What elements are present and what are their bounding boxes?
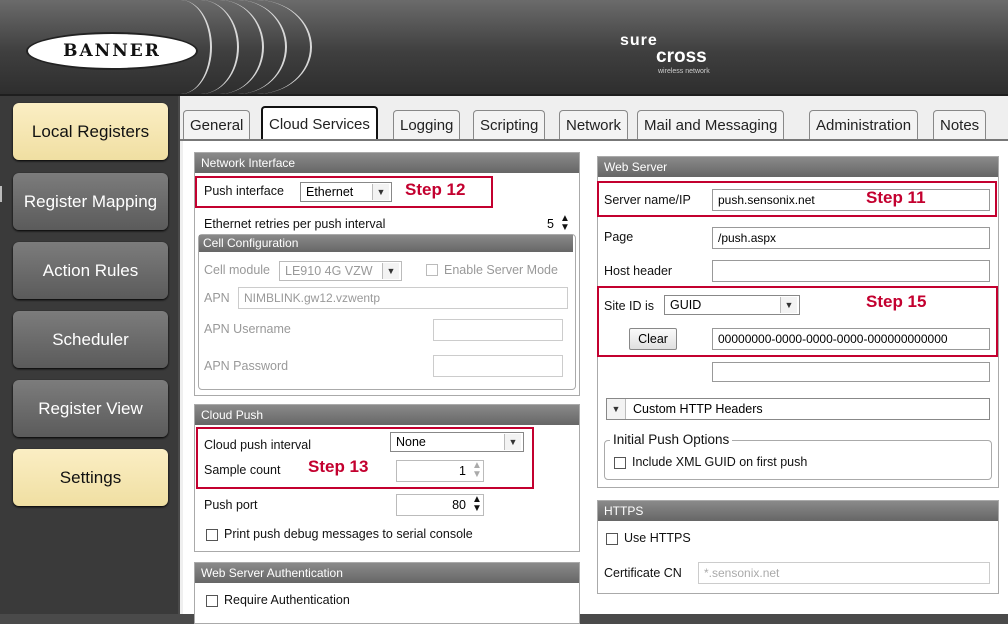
apn-password-input[interactable] (433, 355, 563, 377)
use-https-checkbox[interactable] (606, 533, 618, 545)
cell-module-label: Cell module (204, 263, 271, 277)
custom-http-headers-toggle[interactable]: ▼ Custom HTTP Headers (606, 398, 990, 420)
enable-server-mode-label: Enable Server Mode (444, 263, 558, 277)
print-debug-label: Print push debug messages to serial cons… (224, 527, 473, 541)
tab-notes[interactable]: Notes (933, 110, 987, 140)
initial-push-options-title: Initial Push Options (610, 432, 733, 447)
sidebar-item-register-mapping[interactable]: Register Mapping (13, 173, 168, 230)
panel-title: Network Interface (195, 153, 579, 173)
tab-network[interactable]: Network (559, 110, 629, 140)
panel-title: Cloud Push (195, 405, 579, 425)
page-input[interactable]: /push.aspx (712, 227, 990, 249)
tab-cloud-services[interactable]: Cloud Services (261, 106, 378, 140)
tab-scripting[interactable]: Scripting (473, 110, 546, 140)
tab-administration[interactable]: Administration (809, 110, 919, 140)
host-header-input[interactable] (712, 260, 990, 282)
extra-input[interactable] (712, 362, 990, 382)
include-guid-label: Include XML GUID on first push (632, 455, 808, 469)
require-auth-checkbox[interactable] (206, 595, 218, 607)
enable-server-mode-checkbox[interactable] (426, 264, 438, 276)
cell-module-select[interactable]: LE910 4G VZW ▼ (279, 261, 402, 281)
certificate-cn-label: Certificate CN (604, 566, 682, 580)
tab-bar: General Cloud Services Logging Scripting… (180, 104, 1008, 140)
tab-mail-and-messaging[interactable]: Mail and Messaging (637, 110, 785, 140)
step-12-highlight (195, 176, 493, 208)
panel-title: Web Server (598, 157, 998, 177)
step-11-highlight (597, 181, 997, 217)
apn-input[interactable]: NIMBLINK.gw12.vzwentp (238, 287, 568, 309)
app-header: BANNER sure cross wireless network (0, 0, 1008, 96)
sidebar-item-register-view[interactable]: Register View (13, 380, 168, 437)
sidebar-item-settings[interactable]: Settings (13, 449, 168, 506)
chevron-down-icon: ▼ (607, 399, 626, 419)
require-auth-label: Require Authentication (224, 593, 350, 607)
sidebar-item-action-rules[interactable]: Action Rules (13, 242, 168, 299)
push-port-label: Push port (204, 498, 258, 512)
spinner-arrows-icon[interactable]: ▲ ▼ (472, 495, 482, 514)
include-guid-checkbox[interactable] (614, 457, 626, 469)
surecross-logo: sure cross wireless network (620, 32, 710, 75)
apn-password-label: APN Password (204, 359, 289, 373)
ethernet-retries-spinner[interactable]: 5 ▲ ▼ (490, 214, 572, 233)
tab-logging[interactable]: Logging (393, 110, 461, 140)
use-https-label: Use HTTPS (624, 531, 691, 545)
chevron-down-icon: ▼ (382, 263, 399, 279)
page-label: Page (604, 230, 634, 244)
push-port-spinner[interactable]: 80 ▲ ▼ (396, 495, 484, 514)
panel-title: Web Server Authentication (195, 563, 579, 583)
step-13-highlight (196, 427, 534, 489)
tab-general[interactable]: General (183, 110, 251, 140)
spinner-arrows-icon[interactable]: ▲ ▼ (560, 214, 570, 233)
ethernet-retries-label: Ethernet retries per push interval (204, 217, 386, 231)
apn-username-label: APN Username (204, 322, 291, 336)
sidebar-item-local-registers[interactable]: Local Registers (13, 103, 168, 160)
panel-title: HTTPS (598, 501, 998, 521)
decor-wave (220, 0, 312, 94)
cell-configuration-title: Cell Configuration (199, 235, 573, 252)
host-header-label: Host header (604, 264, 673, 278)
sidebar-item-scheduler[interactable]: Scheduler (13, 311, 168, 368)
certificate-cn-input[interactable]: *.sensonix.net (698, 562, 990, 584)
step-15-highlight (597, 286, 998, 357)
apn-label: APN (204, 291, 230, 305)
apn-username-input[interactable] (433, 319, 563, 341)
divider (0, 186, 2, 202)
print-debug-checkbox[interactable] (206, 529, 218, 541)
